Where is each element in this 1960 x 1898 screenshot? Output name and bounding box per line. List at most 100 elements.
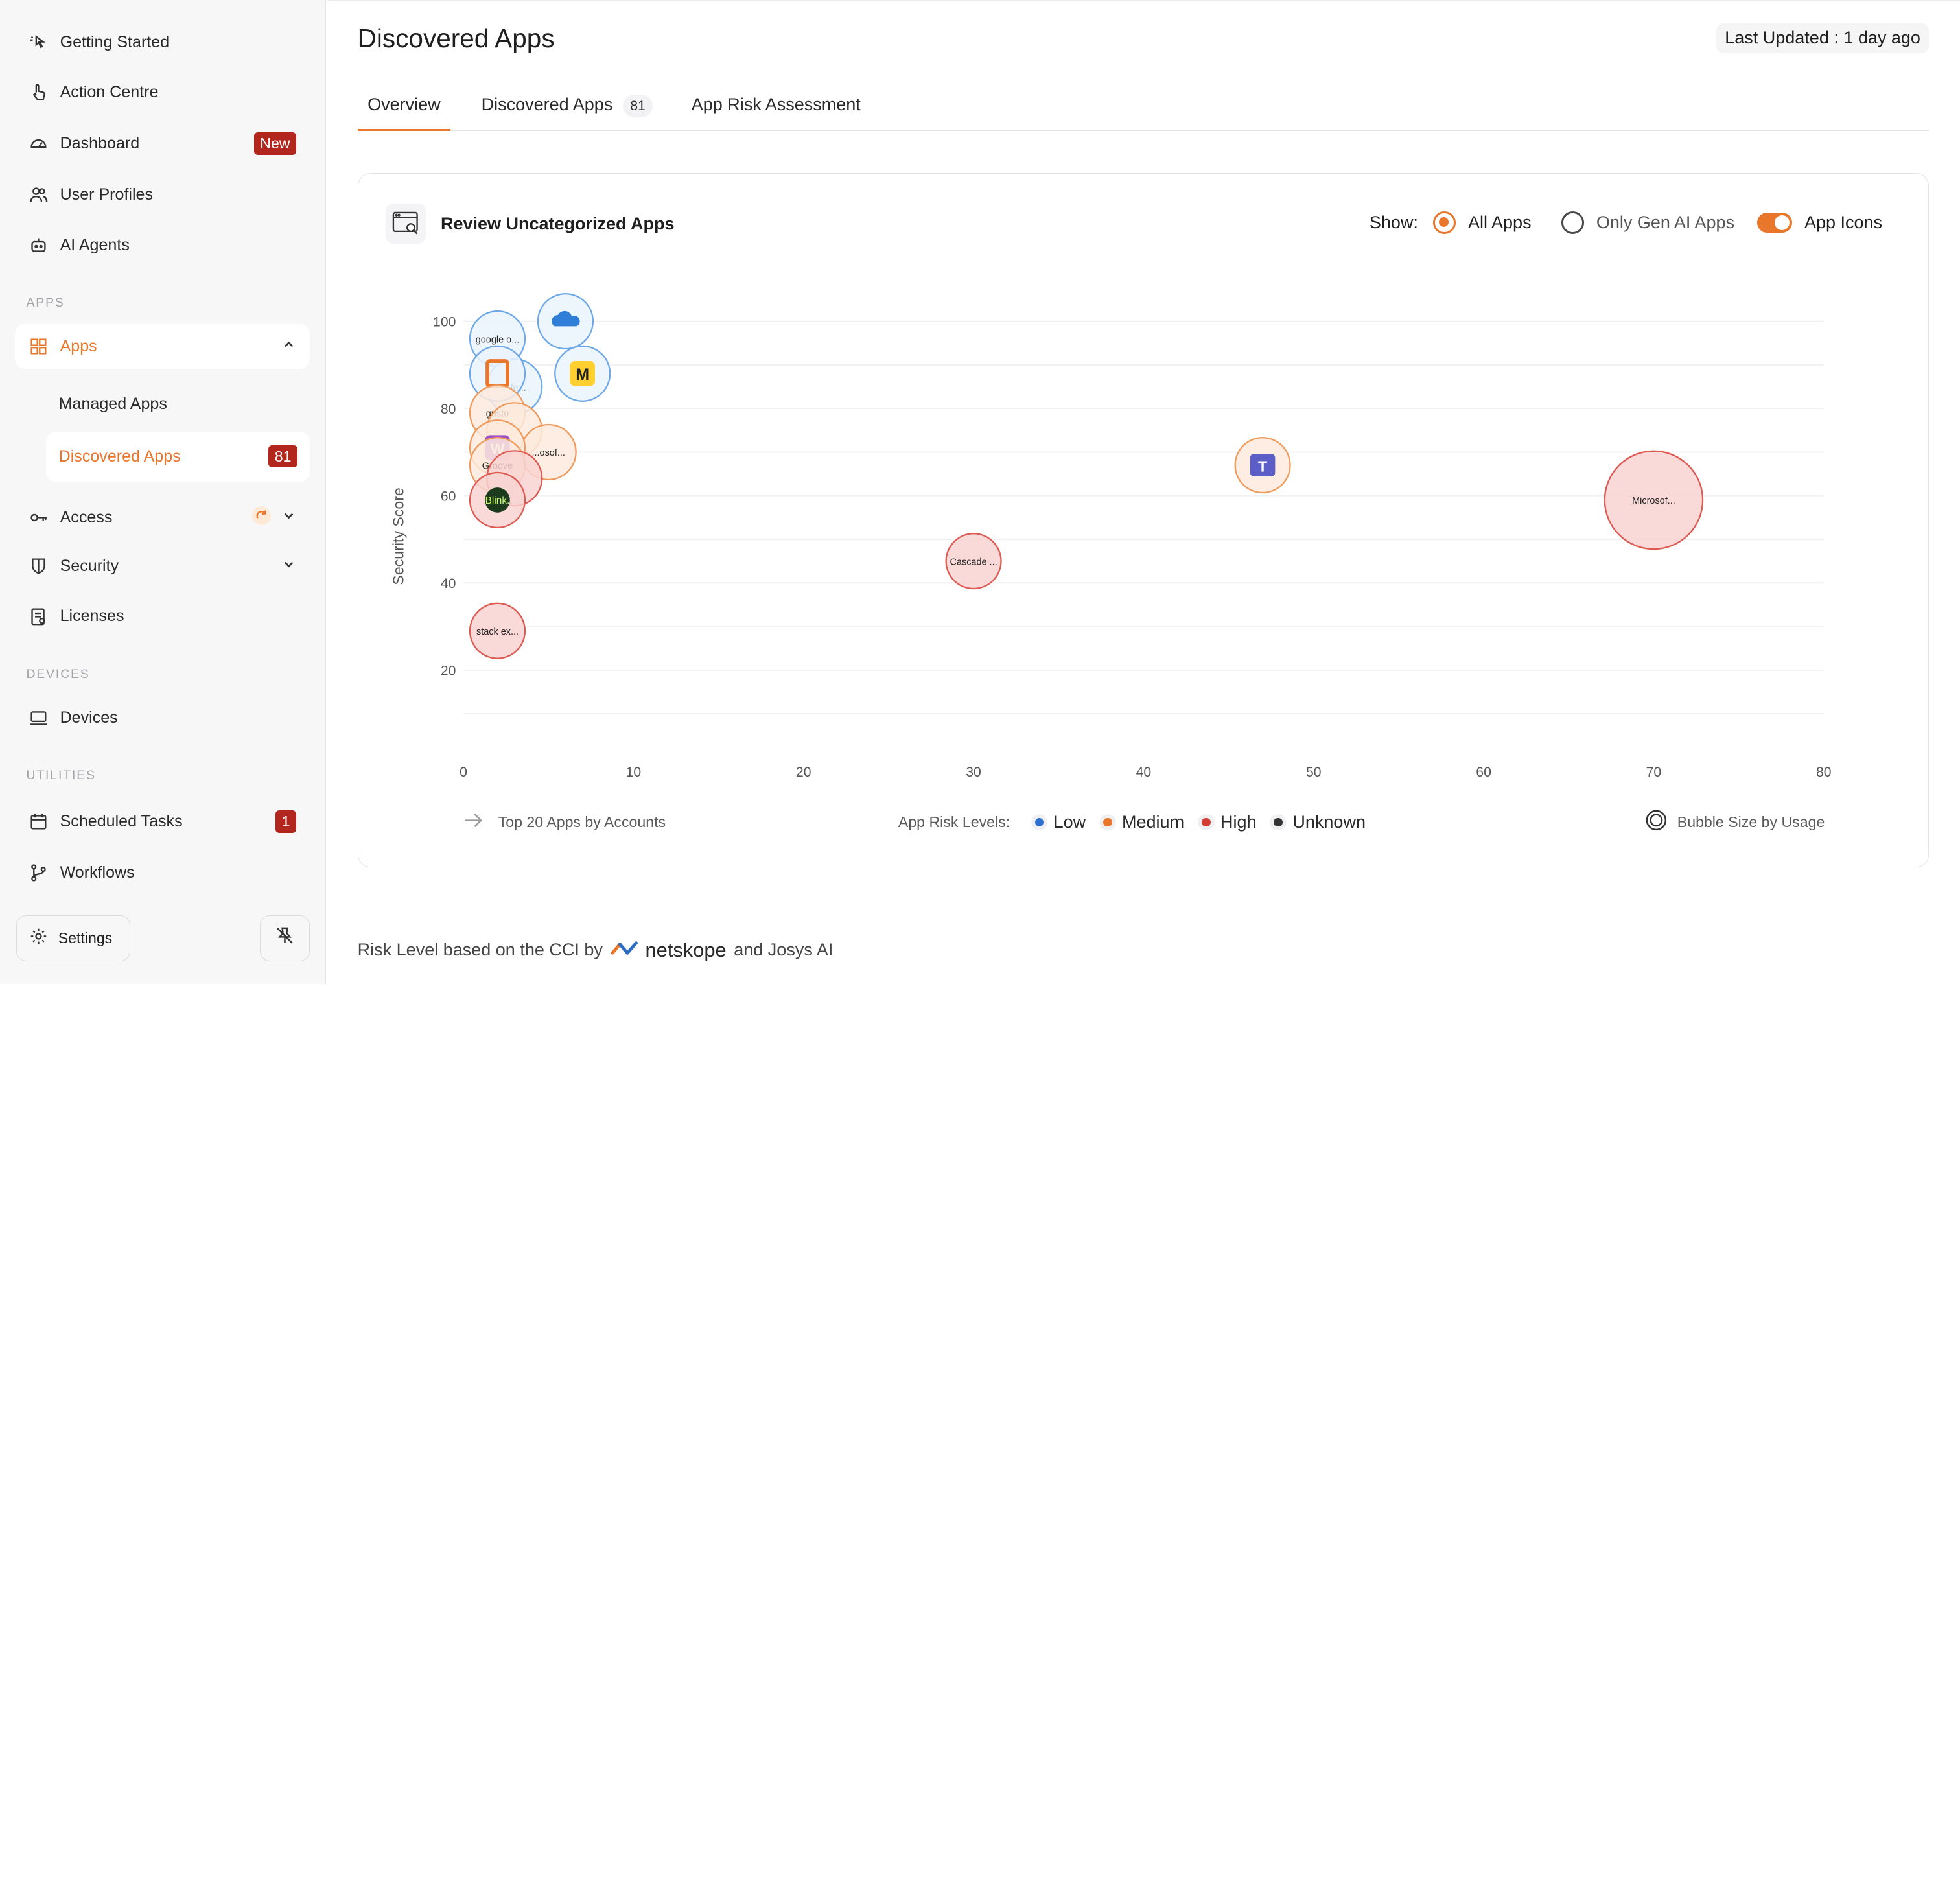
calendar-icon (29, 812, 49, 832)
laptop-icon (29, 708, 49, 728)
legend-label: Unknown (1292, 812, 1366, 832)
sidebar-item-label: Dashboard (60, 134, 140, 153)
top20-link[interactable]: Top 20 Apps by Accounts (498, 814, 666, 831)
x-tick-label: 0 (460, 765, 467, 780)
sidebar-item-label: Discovered Apps (58, 447, 181, 465)
legend-dot-high (1202, 817, 1211, 827)
license-icon (29, 607, 49, 627)
legend-dot-medium (1103, 817, 1112, 827)
sync-status-icon (251, 506, 272, 530)
netskope-logo-icon (610, 939, 640, 961)
x-tick-label: 60 (1476, 765, 1491, 780)
tab-bar: Overview Discovered Apps 81 App Risk Asse… (357, 88, 1930, 131)
miro-icon-glyph: M (576, 366, 589, 384)
legend-dot-low (1034, 817, 1044, 827)
sidebar-item-label: Licenses (60, 607, 124, 626)
netskope-brand: netskope (645, 938, 727, 961)
hand-pointer-icon (29, 82, 49, 102)
legend-high[interactable]: High (1202, 812, 1257, 832)
unpin-sidebar-button[interactable] (260, 915, 310, 962)
sidebar-item-ai-agents[interactable]: AI Agents (15, 222, 310, 267)
credits-prefix: Risk Level based on the CCI by (357, 940, 603, 960)
count-badge: 1 (275, 810, 297, 833)
y-tick-label: 20 (441, 664, 456, 679)
bubble-label: google o... (475, 335, 519, 346)
sidebar-item-devices[interactable]: Devices (15, 696, 310, 740)
sidebar-item-label: Devices (60, 708, 118, 727)
y-tick-label: 40 (441, 576, 456, 591)
legend-label: Low (1053, 812, 1086, 832)
gauge-icon (29, 134, 49, 154)
legend-label: High (1220, 812, 1257, 832)
x-tick-label: 10 (625, 765, 641, 780)
bubble-label: stack ex... (476, 627, 519, 637)
credits-suffix: and Josys AI (734, 940, 834, 960)
tab-discovered-apps[interactable]: Discovered Apps 81 (482, 95, 653, 131)
section-label-apps: APPS (26, 296, 65, 310)
bubble-label: Blink. (485, 495, 509, 506)
sidebar-item-label: Getting Started (60, 33, 170, 52)
sidebar-item-workflows[interactable]: Workflows (15, 850, 310, 895)
chevron-up-icon[interactable] (281, 336, 296, 356)
tab-app-risk-assessment[interactable]: App Risk Assessment (692, 95, 861, 131)
x-tick-label: 70 (1646, 765, 1661, 780)
risk-legend: App Risk Levels: Low Medium High Unknown (898, 812, 1366, 832)
bubble-label: Microsof... (1632, 496, 1675, 506)
sidebar-item-label: Action Centre (60, 83, 159, 102)
sidebar-item-action-centre[interactable]: Action Centre (15, 70, 310, 115)
y-tick-label: 80 (441, 402, 456, 417)
x-tick-label: 40 (1136, 765, 1151, 780)
sidebar-item-dashboard[interactable]: Dashboard New (15, 121, 310, 166)
x-tick-label: 80 (1816, 765, 1832, 780)
robot-icon (29, 235, 49, 255)
x-tick-label: 30 (966, 765, 981, 780)
sidebar-subitem-managed-apps[interactable]: Managed Apps (46, 379, 310, 428)
sidebar-item-label: Apps (60, 336, 97, 355)
tab-label: Overview (368, 94, 441, 114)
y-tick-label: 100 (433, 315, 456, 330)
section-label-utilities: UTILITIES (26, 769, 96, 783)
bubble-size-note: Bubble Size by Usage (1645, 809, 1825, 836)
target-circle-icon (1645, 809, 1668, 836)
cursor-click-icon (29, 32, 49, 53)
sidebar-item-licenses[interactable]: Licenses (15, 594, 310, 639)
sidebar-item-label: Access (60, 508, 113, 527)
sidebar-item-label: User Profiles (60, 185, 154, 204)
shield-icon (29, 556, 49, 576)
bubble-label: ...osof... (531, 448, 565, 458)
x-tick-label: 20 (796, 765, 811, 780)
users-icon (29, 185, 49, 205)
last-updated-label: Last Updated : 1 day ago (1716, 23, 1930, 54)
sidebar-item-apps[interactable]: Apps (15, 323, 310, 369)
x-tick-label: 50 (1306, 765, 1322, 780)
sidebar-item-label: Workflows (60, 863, 135, 882)
risk-legend-label: App Risk Levels: (898, 813, 1010, 830)
legend-medium[interactable]: Medium (1103, 812, 1184, 832)
chevron-down-icon[interactable] (281, 508, 296, 528)
main-content: Discovered Apps Last Updated : 1 day ago… (327, 0, 1960, 984)
sidebar-item-security[interactable]: Security (15, 544, 310, 589)
chevron-down-icon[interactable] (281, 557, 296, 576)
tab-label: Discovered Apps (481, 94, 613, 114)
sidebar: Getting Started Action Centre Dashboard … (0, 0, 327, 985)
teams-icon-glyph: T (1258, 458, 1267, 474)
tab-overview[interactable]: Overview (357, 94, 451, 131)
sidebar-subitem-discovered-apps[interactable]: Discovered Apps 81 (46, 431, 310, 482)
arrow-right-icon[interactable] (463, 813, 484, 832)
sidebar-item-access[interactable]: Access (15, 495, 310, 540)
sidebar-item-scheduled-tasks[interactable]: Scheduled Tasks 1 (15, 799, 310, 844)
settings-label: Settings (58, 930, 113, 947)
tab-label: App Risk Assessment (691, 94, 861, 114)
pin-off-icon (275, 926, 295, 951)
legend-low[interactable]: Low (1034, 812, 1086, 832)
settings-button[interactable]: Settings (16, 915, 130, 962)
sidebar-item-label: Scheduled Tasks (60, 812, 183, 830)
sidebar-item-getting-started[interactable]: Getting Started (15, 20, 310, 65)
legend-label: Medium (1122, 812, 1185, 832)
y-tick-label: 60 (441, 489, 456, 504)
sidebar-item-user-profiles[interactable]: User Profiles (15, 172, 310, 217)
page-title: Discovered Apps (357, 23, 555, 53)
legend-dot-unknown (1274, 817, 1283, 827)
key-icon (29, 508, 49, 528)
legend-unknown[interactable]: Unknown (1274, 812, 1366, 832)
